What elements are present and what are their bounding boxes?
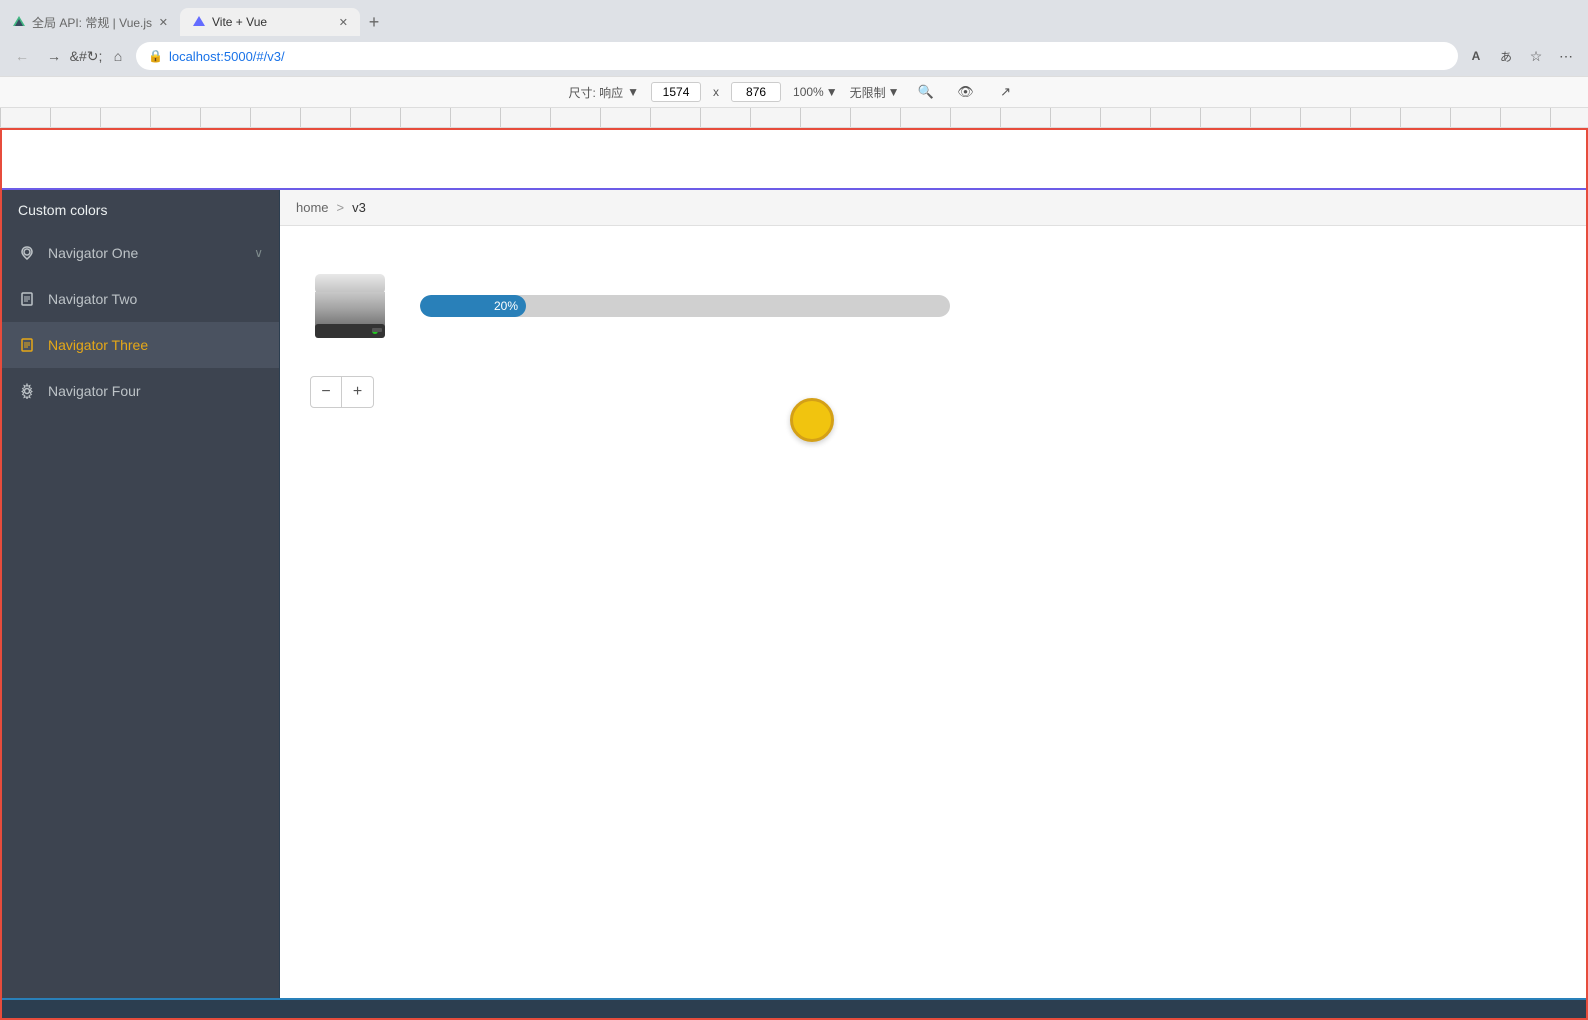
yellow-circle-area [310,428,1556,472]
zoom-label: 100% [793,85,824,99]
app-header [2,130,1586,190]
tab-vuejs[interactable]: 全局 API: 常规 | Vue.js ✕ [0,8,180,36]
new-tab-button[interactable]: + [360,8,388,36]
ruler [0,108,1588,128]
tab-favicon-vuejs [12,15,26,29]
progress-bar-wrapper: 20% [420,295,950,317]
breadcrumb-home[interactable]: home [296,200,329,215]
document-icon-two [18,290,36,308]
progress-label: 20% [494,299,518,313]
browser-chrome: 全局 API: 常规 | Vue.js ✕ Vite + Vue ✕ + ← →… [0,0,1588,128]
breadcrumb-current: v3 [352,200,366,215]
app-footer [2,998,1586,1018]
x-separator: x [713,85,719,99]
share-button[interactable]: ↗ [992,78,1020,106]
tab-favicon-vite [192,15,206,29]
tab-title-vite: Vite + Vue [212,15,267,29]
sidebar-nav: Navigator One ∨ Navigator Two [2,230,279,998]
app-container: Custom colors Navigator One ∨ [0,128,1588,1020]
more-button[interactable]: ⋯ [1552,42,1580,70]
app-body: Custom colors Navigator One ∨ [2,190,1586,998]
eyedropper-button[interactable]: 🔍 [912,78,940,106]
reading-mode-button[interactable]: あ [1492,42,1520,70]
yellow-circle [790,398,834,442]
progress-bar-container: 20% [420,295,950,317]
lock-icon: 🔒 [148,49,163,63]
breadcrumb: home > v3 [280,190,1586,226]
size-label: 尺寸: 响应 [568,84,623,101]
nav-one-label: Navigator One [48,245,242,261]
translate-button[interactable]: A [1462,42,1490,70]
tab-vite[interactable]: Vite + Vue ✕ [180,8,360,36]
reload-button[interactable]: &#↻; [72,42,100,70]
zoom-select[interactable]: 100% ▼ [793,85,838,99]
preview-button[interactable]: 👁 [952,78,980,106]
size-dropdown-icon: ▼ [627,85,639,99]
width-input[interactable] [651,82,701,102]
favorites-button[interactable]: ☆ [1522,42,1550,70]
back-button[interactable]: ← [8,42,36,70]
stepper-controls: − + [310,376,374,408]
size-group: 尺寸: 响应 ▼ [568,84,639,101]
zoom-dropdown-icon: ▼ [826,85,838,99]
tab-close-vuejs[interactable]: ✕ [159,16,168,29]
forward-button[interactable]: → [40,42,68,70]
sidebar: Custom colors Navigator One ∨ [2,190,280,998]
limit-dropdown-icon: ▼ [888,85,900,99]
decrement-button[interactable]: − [310,376,342,408]
nav-four-label: Navigator Four [48,383,263,399]
address-text: localhost:5000/#/v3/ [169,49,1446,64]
nav-three-label: Navigator Three [48,337,263,353]
toolbar-actions: A あ ☆ ⋯ [1462,42,1580,70]
nav-two-label: Navigator Two [48,291,263,307]
tab-title-vuejs: 全局 API: 常规 | Vue.js [32,14,152,31]
controls-area: − + [310,376,1556,408]
dev-toolbar: 尺寸: 响应 ▼ x 100% ▼ 无限制 ▼ 🔍 👁 ↗ [0,76,1588,108]
document-icon-three [18,336,36,354]
progress-bar-fill: 20% [420,295,526,317]
height-input[interactable] [731,82,781,102]
address-bar[interactable]: 🔒 localhost:5000/#/v3/ [136,42,1458,70]
browser-toolbar: ← → &#↻; ⌂ 🔒 localhost:5000/#/v3/ A あ ☆ … [0,36,1588,76]
gear-icon [18,382,36,400]
home-button[interactable]: ⌂ [104,42,132,70]
location-icon [18,244,36,262]
hdd-icon [310,266,390,346]
sidebar-title: Custom colors [2,190,279,230]
increment-button[interactable]: + [342,376,374,408]
main-content: home > v3 [280,190,1586,998]
hdd-progress-row: 20% [310,266,1556,346]
nav-one-chevron: ∨ [254,246,263,260]
sidebar-item-navigator-three[interactable]: Navigator Three [2,322,279,368]
sidebar-item-navigator-four[interactable]: Navigator Four [2,368,279,414]
limit-select[interactable]: 无限制 ▼ [850,84,900,101]
tab-close-vite[interactable]: ✕ [339,16,348,29]
content-area: 20% − + [280,226,1586,998]
breadcrumb-separator: > [337,200,345,215]
sidebar-item-navigator-two[interactable]: Navigator Two [2,276,279,322]
tabs-bar: 全局 API: 常规 | Vue.js ✕ Vite + Vue ✕ + [0,0,1588,36]
sidebar-item-navigator-one[interactable]: Navigator One ∨ [2,230,279,276]
limit-label: 无限制 [850,84,886,101]
